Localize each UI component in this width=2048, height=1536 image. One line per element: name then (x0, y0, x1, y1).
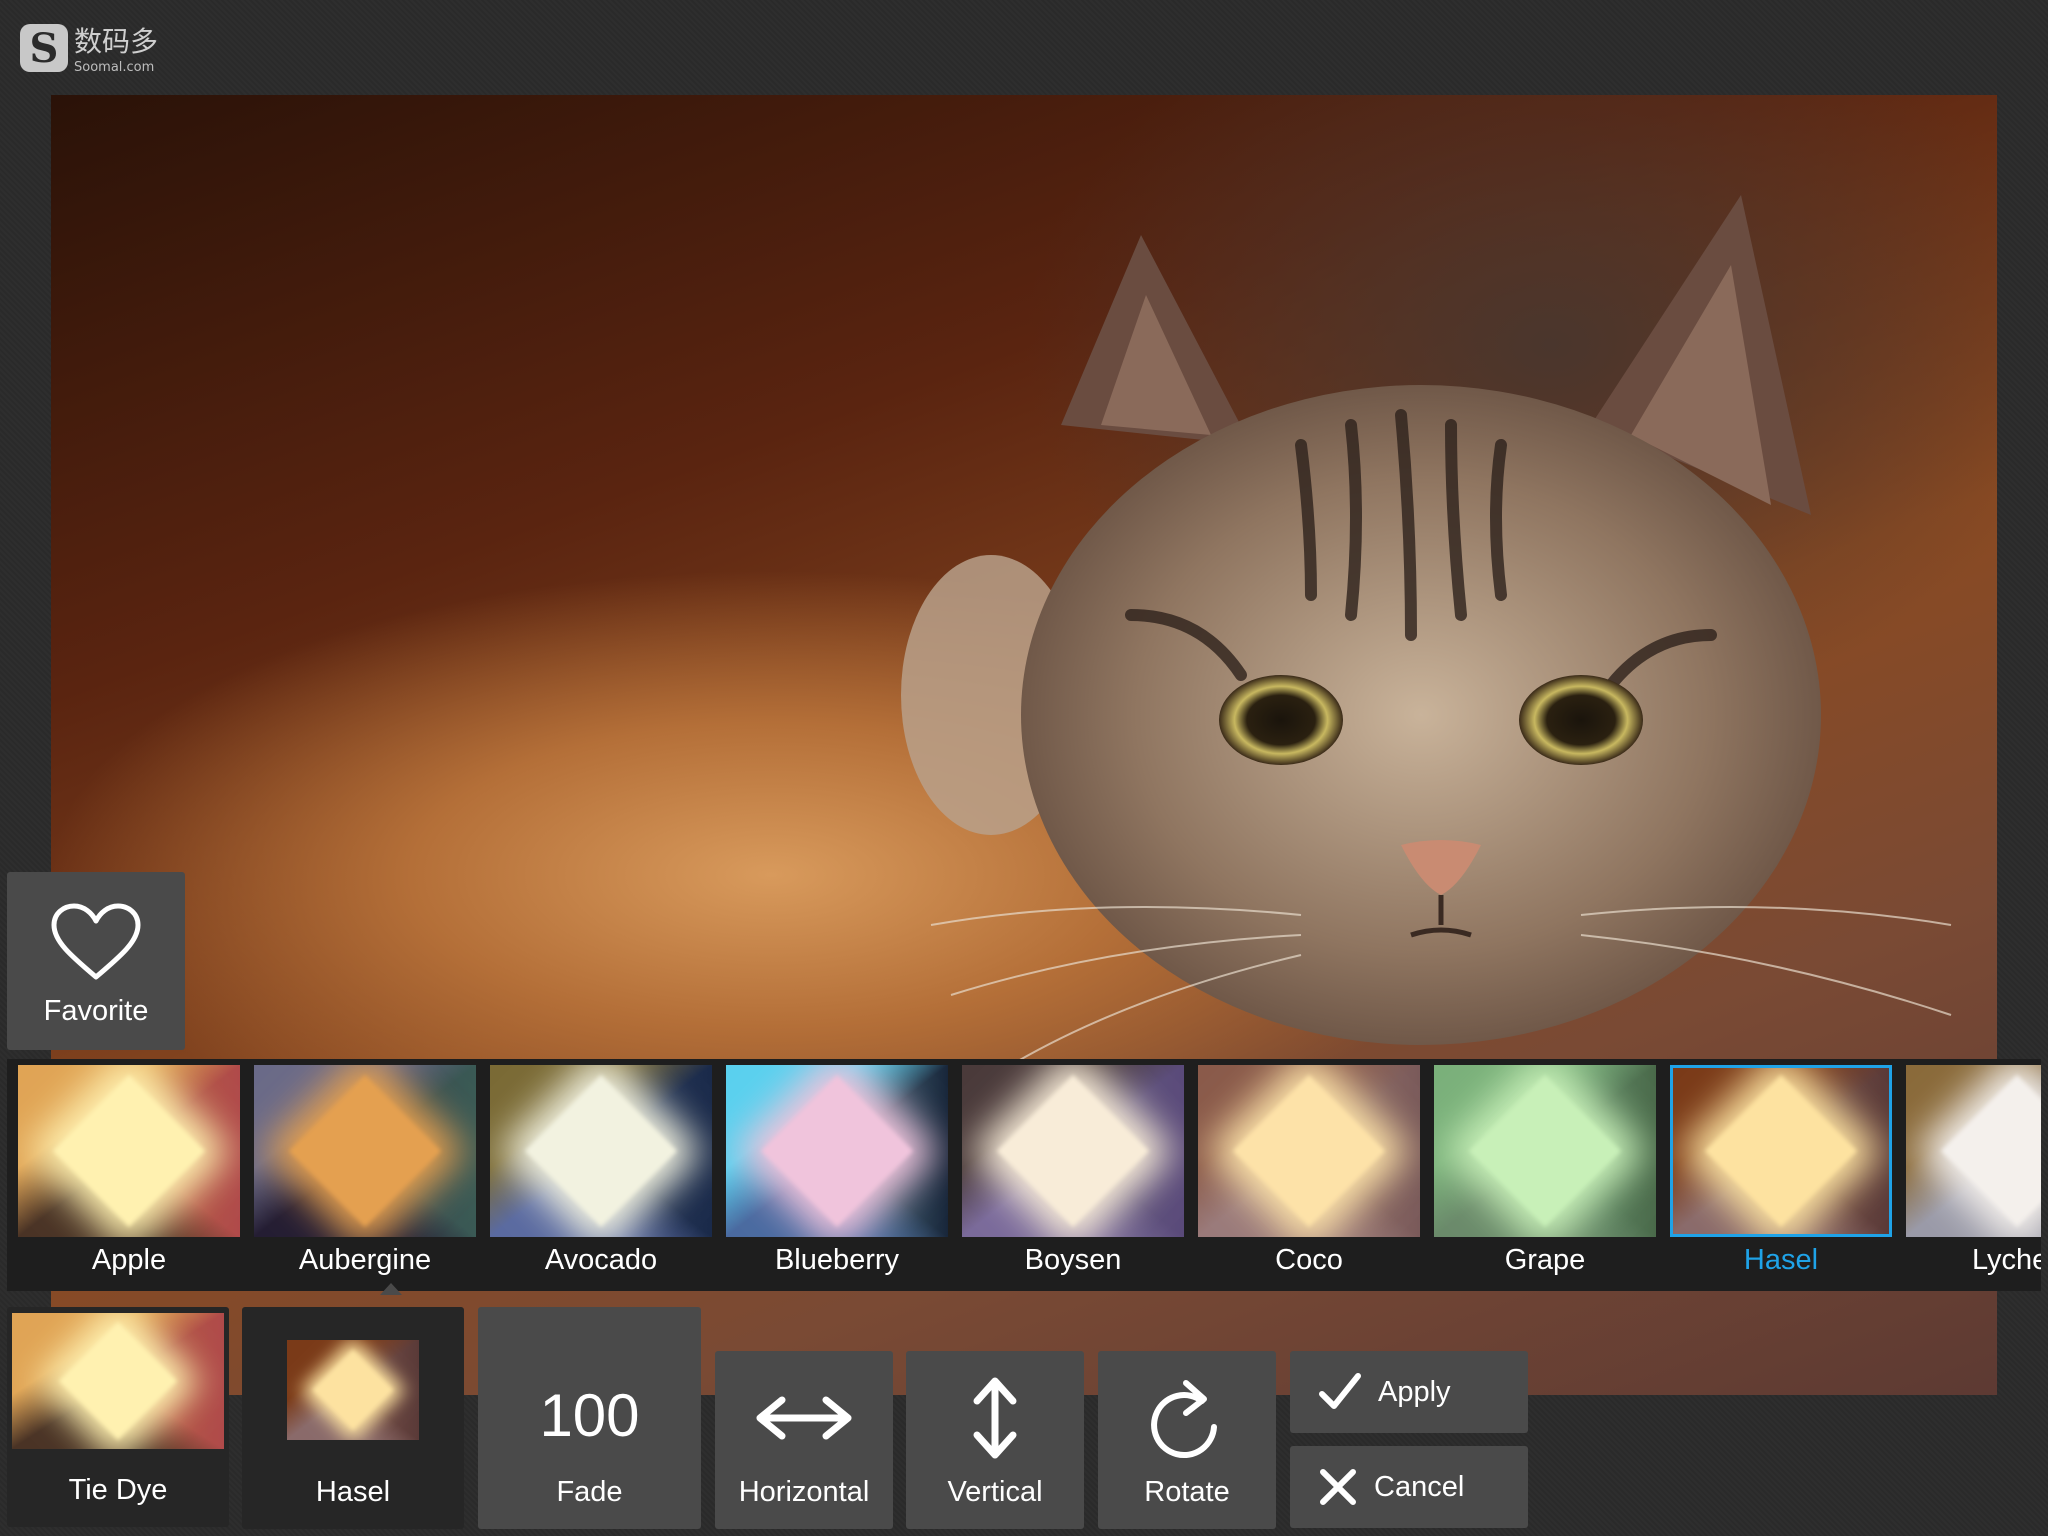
fade-value: 100 (539, 1382, 640, 1449)
tie-dye-thumbnail (12, 1313, 224, 1449)
filter-label: Avocado (544, 1244, 658, 1276)
filter-thumbnail (962, 1065, 1184, 1237)
filter-boysen[interactable]: Boysen (962, 1065, 1184, 1285)
filter-swatch (1940, 1074, 2041, 1228)
filter-thumbnail (1906, 1065, 2041, 1237)
filter-thumbnail (1198, 1065, 1420, 1237)
filter-label: Apple (91, 1244, 167, 1276)
favorite-button[interactable]: Favorite (7, 872, 185, 1050)
filter-thumbnail (726, 1065, 948, 1237)
cancel-label: Cancel (1374, 1470, 1465, 1503)
tie-dye-swatch (58, 1321, 178, 1441)
filter-apple[interactable]: Apple (18, 1065, 240, 1285)
apply-label: Apply (1378, 1375, 1451, 1408)
filter-label: Hasel (1743, 1244, 1819, 1276)
filter-avocado[interactable]: Avocado (490, 1065, 712, 1285)
filter-coco[interactable]: Coco (1198, 1065, 1420, 1285)
filter-hasel[interactable]: Hasel (1670, 1065, 1892, 1285)
tie-dye-label: Tie Dye (68, 1474, 168, 1506)
horizontal-arrows-icon (756, 1396, 852, 1440)
vertical-label: Vertical (947, 1476, 1043, 1508)
fade-tool[interactable]: 100 Fade (478, 1307, 701, 1529)
apply-button[interactable]: Apply (1290, 1351, 1528, 1433)
filter-label: Coco (1275, 1244, 1343, 1276)
filter-swatch (288, 1074, 442, 1228)
flip-horizontal-button[interactable]: Horizontal (715, 1351, 893, 1529)
filter-swatch (524, 1074, 678, 1228)
filter-label: Blueberry (774, 1244, 900, 1276)
vertical-arrows-icon (973, 1377, 1017, 1459)
rotate-label: Rotate (1144, 1476, 1230, 1508)
filter-swatch (52, 1074, 206, 1228)
filter-swatch (996, 1074, 1150, 1228)
filter-lyche[interactable]: Lyche (1906, 1065, 2041, 1285)
hasel-tool[interactable]: Hasel (242, 1307, 464, 1529)
filter-thumbnail (18, 1065, 240, 1237)
fade-label: Fade (556, 1476, 623, 1508)
filter-swatch (760, 1074, 914, 1228)
filter-swatch (1468, 1074, 1622, 1228)
filter-thumbnail (490, 1065, 712, 1237)
hasel-label: Hasel (315, 1476, 391, 1508)
flip-vertical-button[interactable]: Vertical (906, 1351, 1084, 1529)
horizontal-label: Horizontal (738, 1476, 870, 1508)
favorite-label: Favorite (43, 995, 149, 1027)
close-icon (1320, 1469, 1356, 1505)
filter-aubergine[interactable]: Aubergine (254, 1065, 476, 1285)
selection-caret (380, 1283, 402, 1295)
filter-swatch (1232, 1074, 1386, 1228)
cancel-button[interactable]: Cancel (1290, 1446, 1528, 1528)
rotate-icon (1151, 1380, 1217, 1459)
tie-dye-tool[interactable]: Tie Dye (7, 1307, 229, 1527)
heart-icon (51, 903, 141, 980)
watermark-logo (20, 23, 68, 72)
watermark-cn: 数码多 (74, 25, 159, 58)
check-icon (1319, 1373, 1361, 1409)
filter-thumbnail (254, 1065, 476, 1237)
filter-swatch (1704, 1074, 1858, 1228)
watermark: 数码多 Soomal.com (20, 20, 158, 75)
rotate-button[interactable]: Rotate (1098, 1351, 1276, 1529)
filter-thumbnail (1434, 1065, 1656, 1237)
filter-label: Aubergine (298, 1244, 432, 1276)
filter-label: Grape (1504, 1244, 1586, 1276)
watermark-en: Soomal.com (74, 60, 155, 75)
filter-label: Boysen (1024, 1244, 1122, 1276)
filter-thumbnail (1670, 1065, 1892, 1237)
hasel-swatch (311, 1348, 395, 1432)
filter-blueberry[interactable]: Blueberry (726, 1065, 948, 1285)
hasel-thumbnail (287, 1340, 419, 1440)
filter-grape[interactable]: Grape (1434, 1065, 1656, 1285)
filter-label: Lyche (1972, 1244, 2041, 1276)
filter-strip[interactable]: Apple Aubergine Avocado Blueberry Boysen… (7, 1059, 2041, 1291)
